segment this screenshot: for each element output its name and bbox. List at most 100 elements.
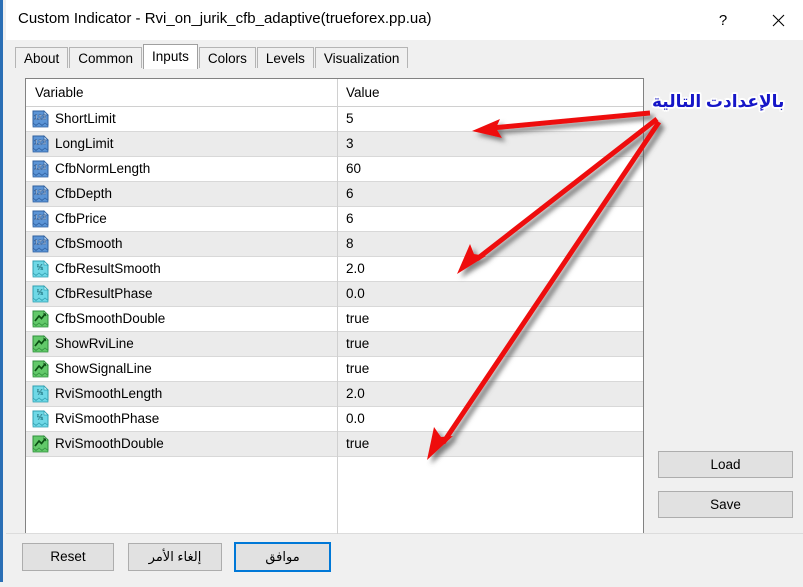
integer-variable-icon: 123 (32, 110, 49, 128)
close-button[interactable] (755, 0, 801, 40)
tab-colors[interactable]: Colors (198, 47, 256, 68)
table-row[interactable]: ½ CfbResultPhase 0.0 (26, 282, 643, 307)
cancel-button[interactable]: إلغاء الأمر (128, 543, 222, 571)
reset-button[interactable]: Reset (22, 543, 114, 571)
tab-common[interactable]: Common (69, 47, 143, 68)
table-row[interactable]: ½ CfbResultSmooth 2.0 (26, 257, 643, 282)
inputs-panel: Variable Value 123 ShortLimit 5 123 LongLimi… (6, 68, 803, 535)
table-header-row: Variable Value (26, 79, 643, 107)
window-title: Custom Indicator - Rvi_on_jurik_cfb_adap… (18, 10, 432, 27)
float-variable-icon: ½ (32, 260, 49, 278)
variable-value[interactable]: 6 (346, 207, 354, 231)
table-row[interactable]: 123 ShortLimit 5 (26, 107, 643, 132)
integer-variable-icon: 123 (32, 135, 49, 153)
boolean-variable-icon (32, 335, 49, 353)
help-button[interactable]: ? (700, 0, 746, 40)
close-icon (772, 14, 784, 26)
variable-value[interactable]: 2.0 (346, 382, 365, 406)
float-variable-icon: ½ (32, 285, 49, 303)
variable-name: CfbPrice (55, 211, 107, 226)
variable-name: ShortLimit (55, 111, 116, 126)
table-row[interactable]: CfbSmoothDouble true (26, 307, 643, 332)
variable-value[interactable]: 60 (346, 157, 361, 181)
integer-variable-icon: 123 (32, 110, 49, 128)
table-row[interactable]: 123 CfbDepth 6 (26, 182, 643, 207)
tab-visualization[interactable]: Visualization (314, 47, 409, 68)
variable-name: RviSmoothLength (55, 386, 163, 401)
variables-table[interactable]: Variable Value 123 ShortLimit 5 123 LongLimi… (25, 78, 644, 535)
table-row[interactable]: ½ RviSmoothPhase 0.0 (26, 407, 643, 432)
tab-levels[interactable]: Levels (256, 47, 314, 68)
svg-text:123: 123 (34, 188, 46, 197)
save-button[interactable]: Save (658, 491, 793, 518)
tab-strip: About Common Inputs Colors Levels Visual… (6, 40, 803, 69)
integer-variable-icon: 123 (32, 185, 49, 203)
column-header-variable: Variable (35, 85, 84, 100)
integer-variable-icon: 123 (32, 235, 49, 253)
float-variable-icon: ½ (32, 410, 49, 428)
float-variable-icon: ½ (32, 285, 49, 303)
variable-name: CfbResultSmooth (55, 261, 161, 276)
float-variable-icon: ½ (32, 260, 49, 278)
table-row[interactable]: 123 CfbSmooth 8 (26, 232, 643, 257)
variable-value[interactable]: 5 (346, 107, 354, 131)
float-variable-icon: ½ (32, 385, 49, 403)
load-button[interactable]: Load (658, 451, 793, 478)
integer-variable-icon: 123 (32, 210, 49, 228)
integer-variable-icon: 123 (32, 185, 49, 203)
variable-value[interactable]: 0.0 (346, 282, 365, 306)
integer-variable-icon: 123 (32, 160, 49, 178)
table-row[interactable]: 123 CfbNormLength 60 (26, 157, 643, 182)
column-header-value: Value (346, 85, 380, 100)
table-row[interactable]: 123 LongLimit 3 (26, 132, 643, 157)
dialog-footer: Reset إلغاء الأمر موافق (6, 533, 803, 582)
svg-text:½: ½ (37, 413, 43, 422)
variable-name: RviSmoothDouble (55, 436, 164, 451)
variable-value[interactable]: 0.0 (346, 407, 365, 431)
boolean-variable-icon (32, 360, 49, 378)
variable-name: CfbSmooth (55, 236, 123, 251)
variable-value[interactable]: true (346, 357, 369, 381)
svg-text:123: 123 (34, 138, 46, 147)
tab-inputs[interactable]: Inputs (143, 44, 198, 69)
ok-button[interactable]: موافق (234, 542, 331, 572)
variable-name: CfbNormLength (55, 161, 151, 176)
float-variable-icon: ½ (32, 410, 49, 428)
svg-text:123: 123 (34, 113, 46, 122)
variable-value[interactable]: 8 (346, 232, 354, 256)
variable-value[interactable]: 3 (346, 132, 354, 156)
svg-text:½: ½ (37, 263, 43, 272)
boolean-variable-icon (32, 435, 49, 453)
boolean-variable-icon (32, 310, 49, 328)
table-body: 123 ShortLimit 5 123 LongLimit 3 123 CfbNormLen… (26, 107, 643, 457)
variable-value[interactable]: 2.0 (346, 257, 365, 281)
table-row[interactable]: ½ RviSmoothLength 2.0 (26, 382, 643, 407)
integer-variable-icon: 123 (32, 235, 49, 253)
svg-text:123: 123 (34, 163, 46, 172)
table-row[interactable]: ShowSignalLine true (26, 357, 643, 382)
column-divider (337, 79, 338, 534)
variable-value[interactable]: true (346, 332, 369, 356)
integer-variable-icon: 123 (32, 135, 49, 153)
svg-text:½: ½ (37, 288, 43, 297)
variable-name: CfbSmoothDouble (55, 311, 166, 326)
variable-name: RviSmoothPhase (55, 411, 160, 426)
table-row[interactable]: 123 CfbPrice 6 (26, 207, 643, 232)
svg-text:123: 123 (34, 238, 46, 247)
table-row[interactable]: ShowRviLine true (26, 332, 643, 357)
svg-text:123: 123 (34, 213, 46, 222)
boolean-variable-icon (32, 335, 49, 353)
variable-value[interactable]: 6 (346, 182, 354, 206)
variable-value[interactable]: true (346, 307, 369, 331)
table-row[interactable]: RviSmoothDouble true (26, 432, 643, 457)
float-variable-icon: ½ (32, 385, 49, 403)
title-bar: Custom Indicator - Rvi_on_jurik_cfb_adap… (6, 0, 803, 40)
variable-name: CfbResultPhase (55, 286, 153, 301)
tab-about[interactable]: About (15, 47, 69, 68)
variable-name: ShowRviLine (55, 336, 134, 351)
variable-value[interactable]: true (346, 432, 369, 456)
boolean-variable-icon (32, 435, 49, 453)
svg-text:½: ½ (37, 388, 43, 397)
custom-indicator-dialog: Custom Indicator - Rvi_on_jurik_cfb_adap… (0, 0, 803, 582)
question-mark-icon: ? (718, 11, 728, 29)
